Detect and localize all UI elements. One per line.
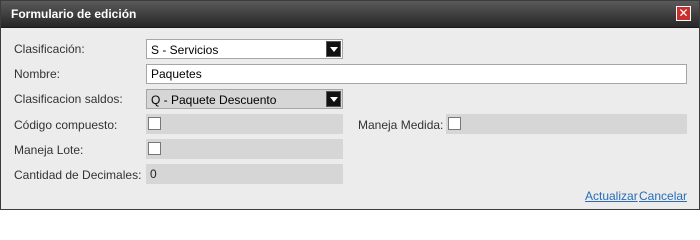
close-icon: ✕ xyxy=(678,6,689,20)
maneja-medida-checkbox[interactable] xyxy=(448,117,461,130)
clasificacion-saldos-select[interactable]: Q - Paquete Descuento xyxy=(146,89,343,109)
maneja-lote-field xyxy=(146,139,343,159)
maneja-medida-field xyxy=(446,114,687,134)
close-button[interactable]: ✕ xyxy=(676,6,691,21)
actualizar-link[interactable]: Actualizar xyxy=(585,189,638,203)
cantidad-decimales-label: Cantidad de Decimales: xyxy=(14,168,142,182)
chevron-down-icon[interactable] xyxy=(326,41,341,57)
edit-form-dialog: Formulario de edición ✕ Clasificación: S… xyxy=(0,0,700,210)
clasificacion-select[interactable]: S - Servicios xyxy=(146,39,343,59)
codigo-compuesto-checkbox[interactable] xyxy=(148,117,161,130)
chevron-down-icon[interactable] xyxy=(326,91,341,107)
nombre-label: Nombre: xyxy=(14,67,61,81)
clasificacion-value: S - Servicios xyxy=(151,43,219,57)
dialog-title: Formulario de edición xyxy=(11,7,137,21)
nombre-input[interactable]: Paquetes xyxy=(146,64,687,84)
cantidad-decimales-field[interactable]: 0 xyxy=(146,164,343,184)
maneja-medida-label: Maneja Medida: xyxy=(358,118,444,132)
cancelar-link[interactable]: Cancelar xyxy=(639,189,687,203)
dialog-titlebar: Formulario de edición ✕ xyxy=(1,1,699,28)
clasificacion-saldos-label: Clasificacion saldos: xyxy=(14,92,123,106)
clasificacion-label: Clasificación: xyxy=(14,42,85,56)
maneja-lote-checkbox[interactable] xyxy=(148,142,161,155)
cantidad-decimales-value: 0 xyxy=(150,167,157,181)
codigo-compuesto-field xyxy=(146,114,343,134)
codigo-compuesto-label: Código compuesto: xyxy=(14,118,118,132)
maneja-lote-label: Maneja Lote: xyxy=(14,143,84,157)
clasificacion-saldos-value: Q - Paquete Descuento xyxy=(151,93,277,107)
